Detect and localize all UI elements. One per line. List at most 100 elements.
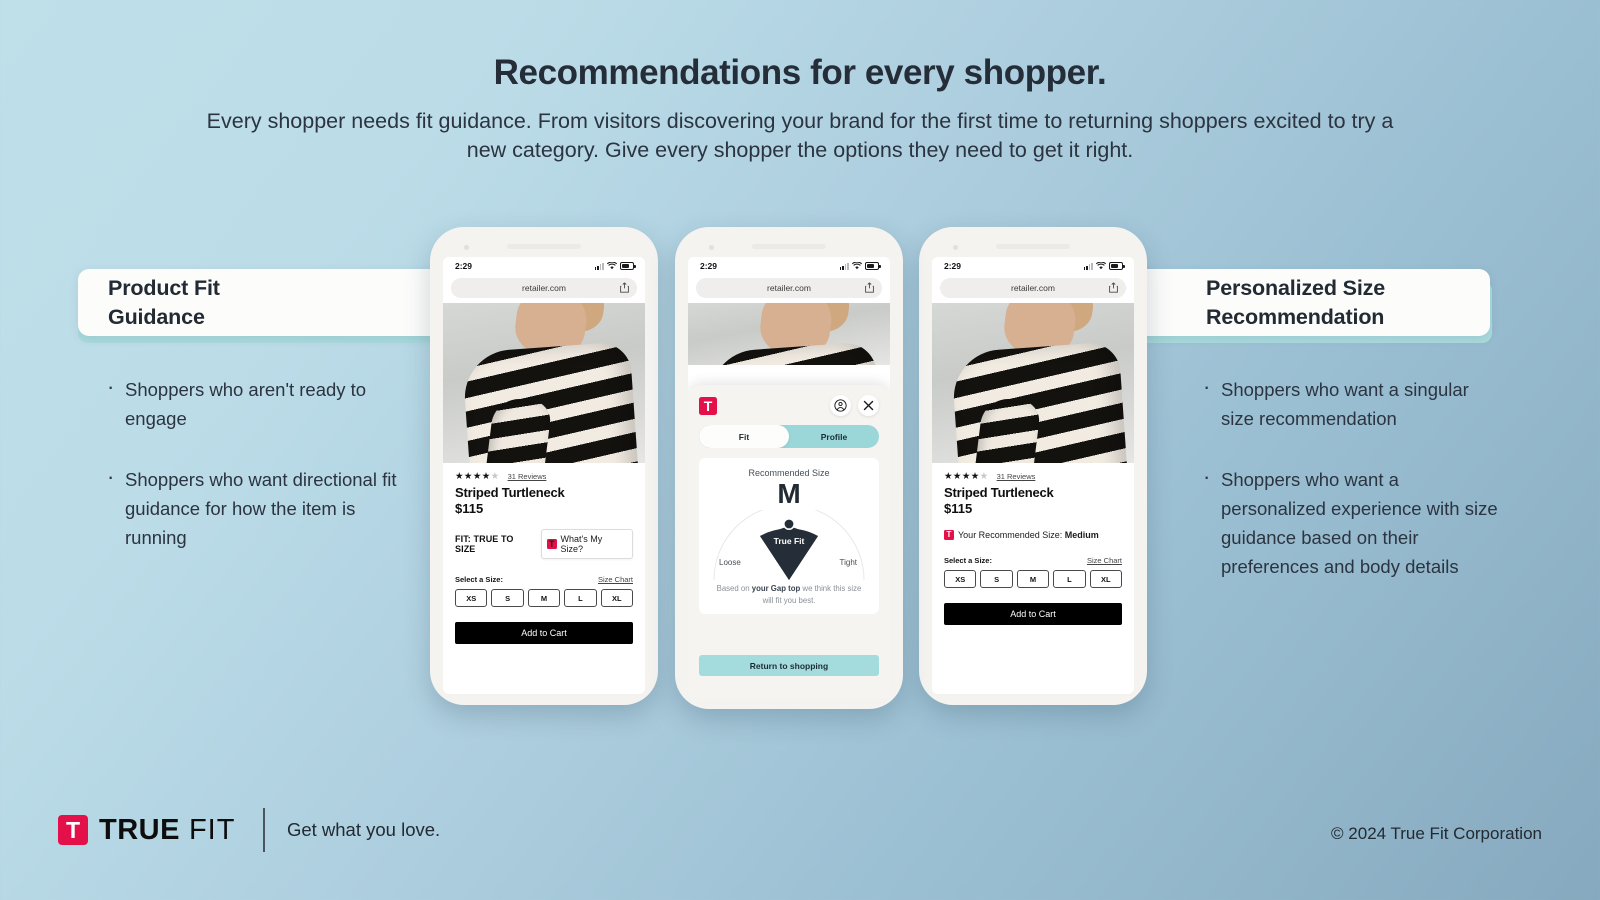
basis-bold: your Gap top <box>751 584 801 594</box>
list-item: Shoppers who want directional fit guidan… <box>107 463 407 552</box>
fit-basis-text: Based on your Gap top we think this size… <box>707 583 871 606</box>
size-option-s[interactable]: S <box>491 589 524 607</box>
user-circle-icon <box>834 399 847 412</box>
camera-icon <box>709 245 714 250</box>
signal-icon <box>594 262 604 270</box>
select-size-label: Select a Size: <box>455 575 503 584</box>
gauge-right-label: Tight <box>839 558 858 568</box>
url-text: retailer.com <box>522 283 566 293</box>
product-title: Striped Turtleneck <box>455 485 565 500</box>
recommended-size-value: Medium <box>1064 530 1099 540</box>
right-column-bullets: Shoppers who want a singular size recomm… <box>1203 373 1600 613</box>
select-size-label: Select a Size: <box>944 556 992 565</box>
truefit-modal: T Fit Profile Recommended Size M True Fi… <box>688 385 890 698</box>
copyright: © 2024 True Fit Corporation <box>1331 824 1542 843</box>
size-option-l[interactable]: L <box>1053 570 1086 588</box>
tab-fit[interactable]: Fit <box>699 425 789 448</box>
wifi-icon <box>852 262 862 270</box>
phone-mockup-product-fit-guidance: 2:29 retailer.com ★★★★★ 31 Reviews Strip… <box>430 227 658 705</box>
star-rating-icon: ★★★★★ <box>944 471 989 482</box>
list-item: Shoppers who want a personalized experie… <box>1203 463 1503 581</box>
status-bar: 2:29 <box>443 257 645 275</box>
recommended-size-value: M <box>777 478 801 509</box>
close-button[interactable] <box>858 395 879 416</box>
url-text: retailer.com <box>767 283 811 293</box>
product-price: $115 <box>455 501 484 516</box>
divider <box>263 808 265 852</box>
size-option-l[interactable]: L <box>564 589 597 607</box>
fit-gauge: True Fit Loose Tight <box>707 510 871 582</box>
phone-screen: 2:29 retailer.com <box>443 257 645 694</box>
reviews-link[interactable]: 31 Reviews <box>508 472 547 481</box>
truefit-logo-icon: T <box>699 396 717 415</box>
product-image <box>688 303 890 365</box>
browser-url-bar[interactable]: retailer.com <box>696 278 882 298</box>
battery-icon <box>865 262 881 270</box>
phone-screen: 2:29 retailer.com <box>688 257 890 698</box>
whats-my-size-label: What's My Size? <box>560 534 603 554</box>
product-title: Striped Turtleneck <box>944 485 1054 500</box>
phone-screen: 2:29 retailer.com <box>932 257 1134 694</box>
recommended-size-row: T Your Recommended Size: Medium <box>944 530 1122 540</box>
size-option-xl[interactable]: XL <box>1089 570 1123 588</box>
fit-label: FIT: TRUE TO SIZE <box>455 534 514 554</box>
whats-my-size-button[interactable]: T What's My Size? <box>540 529 633 559</box>
gauge-left-label: Loose <box>719 558 741 568</box>
right-column-heading: Personalized Size Recommendation <box>1206 275 1386 329</box>
signal-icon <box>1083 262 1093 270</box>
product-info: ★★★★★ 31 Reviews Striped Turtleneck $115… <box>443 463 645 644</box>
truefit-logo[interactable]: T TRUE FIT Get what you love. <box>58 808 440 852</box>
size-option-s[interactable]: S <box>980 570 1013 588</box>
share-icon[interactable] <box>865 282 874 293</box>
url-text: retailer.com <box>1011 283 1055 293</box>
camera-icon <box>464 245 469 250</box>
size-chart-link[interactable]: Size Chart <box>1087 556 1122 565</box>
truefit-logo-icon: T <box>546 539 557 549</box>
status-time: 2:29 <box>944 261 962 271</box>
add-to-cart-button[interactable]: Add to Cart <box>455 622 633 644</box>
logo-word-fit: FIT <box>188 813 236 846</box>
share-icon[interactable] <box>620 282 629 293</box>
phone-mockup-personalized-size: 2:29 retailer.com ★★★★★ 31 Reviews Strip… <box>919 227 1147 705</box>
page-title: Recommendations for every shopper. <box>493 53 1107 92</box>
wifi-icon <box>1096 262 1106 270</box>
star-rating-icon: ★★★★★ <box>455 471 500 482</box>
list-item: Shoppers who aren't ready to engage <box>107 373 407 433</box>
tab-profile[interactable]: Profile <box>789 425 879 448</box>
size-option-xs[interactable]: XS <box>944 570 977 588</box>
recommended-size-label: Recommended Size <box>748 468 830 478</box>
size-option-xl[interactable]: XL <box>600 589 634 607</box>
phone-mockup-truefit-modal: 2:29 retailer.com T Fit Profile Recommen… <box>675 227 903 709</box>
modal-header: T <box>699 395 879 416</box>
product-info: ★★★★★ 31 Reviews Striped Turtleneck $115… <box>932 463 1134 625</box>
share-icon[interactable] <box>1109 282 1118 293</box>
return-to-shopping-button[interactable]: Return to shopping <box>699 655 879 676</box>
add-to-cart-button[interactable]: Add to Cart <box>944 603 1122 625</box>
browser-url-bar[interactable]: retailer.com <box>940 278 1126 298</box>
size-option-m[interactable]: M <box>527 589 561 607</box>
tagline: Get what you love. <box>286 819 441 840</box>
status-time: 2:29 <box>700 261 718 271</box>
camera-icon <box>953 245 958 250</box>
left-column-heading: Product Fit Guidance <box>108 275 220 329</box>
battery-icon <box>620 262 636 270</box>
size-options: XS S M L XL <box>455 589 634 607</box>
browser-url-bar[interactable]: retailer.com <box>451 278 637 298</box>
size-selector-header: Select a Size: Size Chart <box>944 556 1122 565</box>
wifi-icon <box>607 262 617 270</box>
rating-row: ★★★★★ 31 Reviews <box>455 471 633 482</box>
close-icon <box>863 400 874 411</box>
size-options: XS S M L XL <box>944 570 1123 588</box>
reviews-link[interactable]: 31 Reviews <box>997 472 1036 481</box>
status-bar: 2:29 <box>932 257 1134 275</box>
size-option-m[interactable]: M <box>1016 570 1050 588</box>
modal-tabs: Fit Profile <box>699 425 879 448</box>
size-chart-link[interactable]: Size Chart <box>598 575 633 584</box>
size-selector-header: Select a Size: Size Chart <box>455 575 633 584</box>
status-bar: 2:29 <box>688 257 890 275</box>
logo-word-true: TRUE <box>99 813 180 846</box>
product-price: $115 <box>944 501 973 516</box>
account-button[interactable] <box>830 395 851 416</box>
footer: T TRUE FIT Get what you love. © 2024 Tru… <box>0 790 1600 900</box>
size-option-xs[interactable]: XS <box>455 589 488 607</box>
